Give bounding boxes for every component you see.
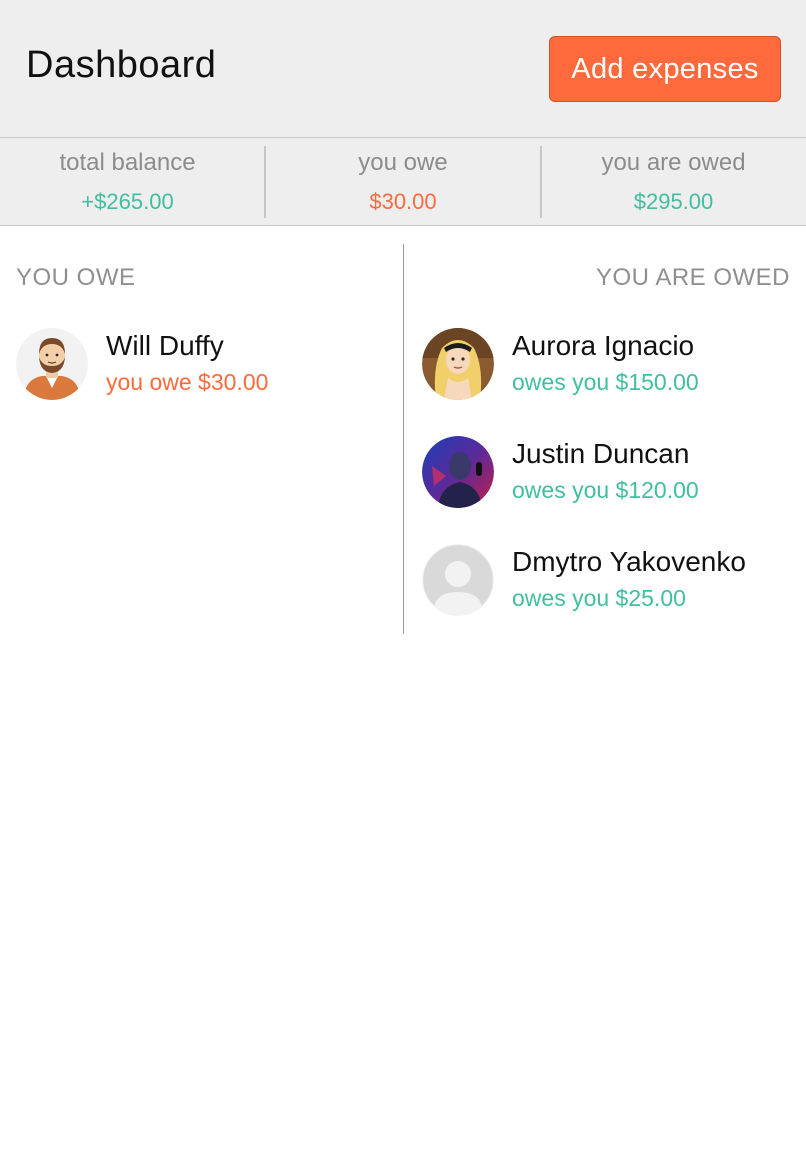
page-title: Dashboard: [26, 44, 217, 86]
balance-summary-bar: total balance +$265.00 you owe $30.00 yo…: [0, 138, 806, 226]
default-user-avatar-icon: [422, 544, 494, 616]
column-divider: [403, 244, 404, 634]
person-amount: owes you $150.00: [512, 369, 699, 395]
owed-person-item[interactable]: Justin Duncan owes you $120.00: [422, 436, 802, 508]
person-amount: owes you $120.00: [512, 477, 699, 503]
singer-photo-avatar-icon: [422, 436, 494, 508]
you-are-owed-value: $295.00: [633, 189, 714, 214]
person-amount: owes you $25.00: [512, 585, 686, 611]
you-owe-value: $30.00: [369, 189, 437, 214]
person-name: Dmytro Yakovenko: [512, 546, 746, 577]
total-balance-label: total balance: [59, 149, 196, 176]
you-owe-heading: YOU OWE: [16, 264, 136, 291]
owed-person-item[interactable]: Dmytro Yakovenko owes you $25.00: [422, 544, 802, 616]
person-name: Justin Duncan: [512, 438, 690, 469]
total-balance-value: +$265.00: [81, 189, 174, 214]
you-owe-person-item[interactable]: Will Duffy you owe $30.00: [16, 328, 396, 400]
add-expenses-button[interactable]: Add expenses: [549, 36, 781, 102]
you-are-owed-heading: YOU ARE OWED: [595, 264, 790, 291]
person-name: Aurora Ignacio: [512, 330, 695, 361]
app-header: Dashboard Add expenses: [0, 0, 806, 138]
person-amount: you owe $30.00: [106, 369, 269, 395]
you-are-owed-summary: you are owed $295.00: [541, 138, 806, 226]
you-owe-label: you owe: [358, 149, 448, 176]
total-balance-summary: total balance +$265.00: [0, 138, 255, 226]
owed-person-item[interactable]: Aurora Ignacio owes you $150.00: [422, 328, 802, 400]
bearded-man-avatar-icon: [16, 328, 88, 400]
you-owe-summary: you owe $30.00: [265, 138, 541, 226]
you-are-owed-label: you are owed: [601, 149, 746, 176]
person-name: Will Duffy: [106, 330, 224, 361]
princess-avatar-icon: [422, 328, 494, 400]
